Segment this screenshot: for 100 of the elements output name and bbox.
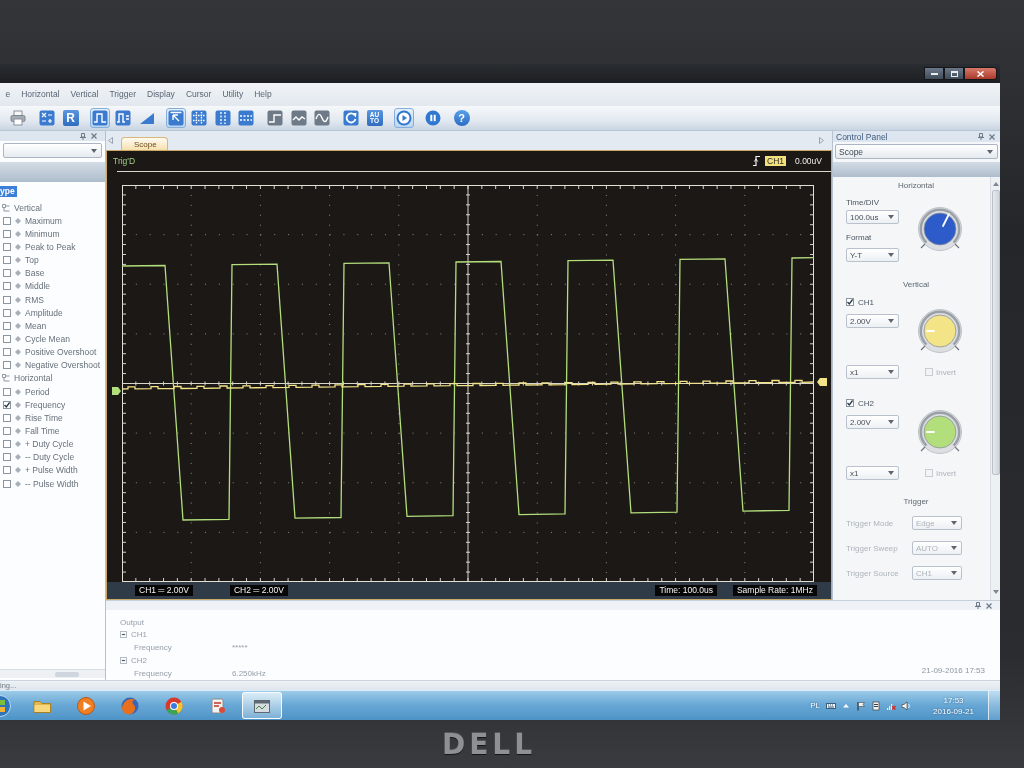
checkbox[interactable] (3, 400, 11, 409)
checkbox[interactable] (846, 399, 854, 407)
expander-icon[interactable] (120, 631, 127, 638)
pulse-button[interactable] (89, 108, 110, 128)
horizontal-scrollbar[interactable] (0, 669, 105, 678)
scroll-up-icon[interactable] (992, 182, 999, 186)
scrollbar-thumb[interactable] (55, 671, 79, 677)
maximize-button[interactable] (944, 67, 964, 80)
step-button[interactable] (265, 108, 285, 128)
measurement-label[interactable]: Cycle Mean (25, 333, 70, 344)
measurement-label[interactable]: -- Duty Cycle (25, 452, 75, 463)
measurement-label[interactable]: Minimum (25, 228, 60, 239)
close-icon[interactable] (986, 602, 992, 609)
measurement-label[interactable]: Maximum (25, 215, 62, 226)
group-label[interactable]: Horizontal (14, 373, 53, 384)
checkbox[interactable] (3, 256, 11, 265)
panel-selector[interactable]: Scope (835, 144, 998, 159)
start-orb-icon[interactable] (0, 693, 11, 718)
menu-item[interactable]: Cursor (180, 88, 217, 99)
grid-button[interactable] (189, 108, 209, 128)
measurement-label[interactable]: + Pulse Width (25, 465, 78, 476)
checkbox[interactable] (3, 413, 11, 422)
menu-item[interactable]: Utility (216, 88, 249, 99)
dropdown[interactable]: x1 (846, 466, 899, 480)
dropdown[interactable]: Y-T (846, 248, 899, 262)
run-button[interactable] (393, 108, 414, 128)
scroll-right-icon[interactable] (819, 137, 824, 144)
vertical-lines-button[interactable] (212, 108, 233, 128)
checkbox[interactable] (846, 298, 854, 306)
vertical-scrollbar[interactable] (990, 177, 1000, 600)
sine-button[interactable] (312, 108, 332, 128)
show-desktop-button[interactable] (988, 691, 1000, 720)
wave-button[interactable] (288, 108, 309, 128)
speaker-icon[interactable] (901, 700, 912, 711)
pulse-width-button[interactable] (113, 108, 133, 128)
measurement-label[interactable]: Base (25, 268, 45, 279)
measurement-label[interactable]: + Duty Cycle (25, 439, 74, 450)
measurement-label[interactable]: Rise Time (25, 412, 63, 423)
measurement-label[interactable]: Positive Overshoot (25, 347, 97, 358)
scrollbar-thumb[interactable] (991, 190, 1000, 475)
menu-item[interactable]: Trigger (103, 88, 142, 99)
checkbox[interactable] (3, 243, 11, 251)
channel-marker-icon[interactable] (817, 378, 827, 386)
pointer-button[interactable] (165, 108, 186, 128)
tree-node-label[interactable]: CH2 (131, 656, 147, 665)
dropdown[interactable]: 2.00V (846, 415, 899, 429)
column-header[interactable]: ype (0, 186, 17, 197)
scroll-down-icon[interactable] (992, 590, 999, 594)
measurement-label[interactable]: RMS (25, 294, 44, 305)
measurement-label[interactable]: Period (25, 386, 50, 397)
checkbox[interactable] (3, 282, 11, 291)
dropdown[interactable]: x1 (846, 365, 899, 379)
checkbox[interactable] (3, 453, 11, 462)
menu-item[interactable]: Horizontal (15, 88, 65, 99)
tree-node-label[interactable]: CH1 (131, 630, 147, 639)
taskbar-button[interactable] (242, 692, 282, 719)
dropdown[interactable]: 2.00V (846, 314, 899, 328)
menu-item[interactable]: Display (141, 88, 181, 99)
scroll-left-icon[interactable] (108, 137, 113, 144)
close-icon[interactable] (91, 133, 97, 139)
measure-dropdown[interactable] (3, 143, 102, 158)
menu-item[interactable]: e (0, 88, 16, 99)
checkbox[interactable] (3, 466, 11, 475)
flag-icon[interactable] (856, 700, 867, 711)
checkbox[interactable] (3, 348, 11, 357)
measurement-label[interactable]: Fall Time (25, 425, 60, 436)
close-button[interactable] (964, 67, 997, 80)
clock-date[interactable]: 2016-09-21 (933, 705, 974, 717)
measurement-label[interactable]: Frequency (25, 399, 66, 410)
checkbox[interactable] (3, 440, 11, 449)
math-button[interactable] (37, 108, 57, 128)
checkbox[interactable] (3, 229, 11, 238)
measurement-label[interactable]: Mean (25, 320, 47, 331)
volts-div-knob[interactable] (916, 307, 964, 355)
checkbox[interactable] (3, 479, 11, 488)
checkbox[interactable] (3, 295, 11, 304)
pin-icon[interactable] (80, 132, 86, 140)
measurement-label[interactable]: Amplitude (25, 307, 63, 318)
refresh-button[interactable] (341, 108, 361, 128)
group-label[interactable]: Vertical (14, 202, 42, 213)
checkbox[interactable] (3, 321, 11, 330)
checkbox[interactable] (3, 387, 11, 396)
checkbox[interactable] (3, 216, 11, 225)
measurement-label[interactable]: Peak to Peak (25, 242, 76, 252)
menu-item[interactable]: Vertical (65, 88, 104, 99)
time-div-knob[interactable] (916, 205, 964, 253)
horizontal-lines-button[interactable] (236, 108, 256, 128)
card-icon[interactable] (871, 700, 882, 711)
print-button[interactable] (8, 108, 28, 128)
checkbox[interactable] (3, 269, 11, 278)
volts-div-knob[interactable] (916, 408, 964, 456)
measurement-label[interactable]: Middle (25, 281, 51, 292)
minimize-button[interactable] (924, 67, 944, 80)
checkbox[interactable] (3, 334, 11, 343)
menu-item[interactable]: Help (248, 88, 278, 99)
scope-tab[interactable]: Scope (121, 137, 168, 150)
pin-icon[interactable] (978, 133, 984, 140)
checkbox[interactable] (3, 308, 11, 317)
measurement-label[interactable]: -- Pulse Width (25, 478, 79, 489)
close-icon[interactable] (989, 133, 995, 140)
